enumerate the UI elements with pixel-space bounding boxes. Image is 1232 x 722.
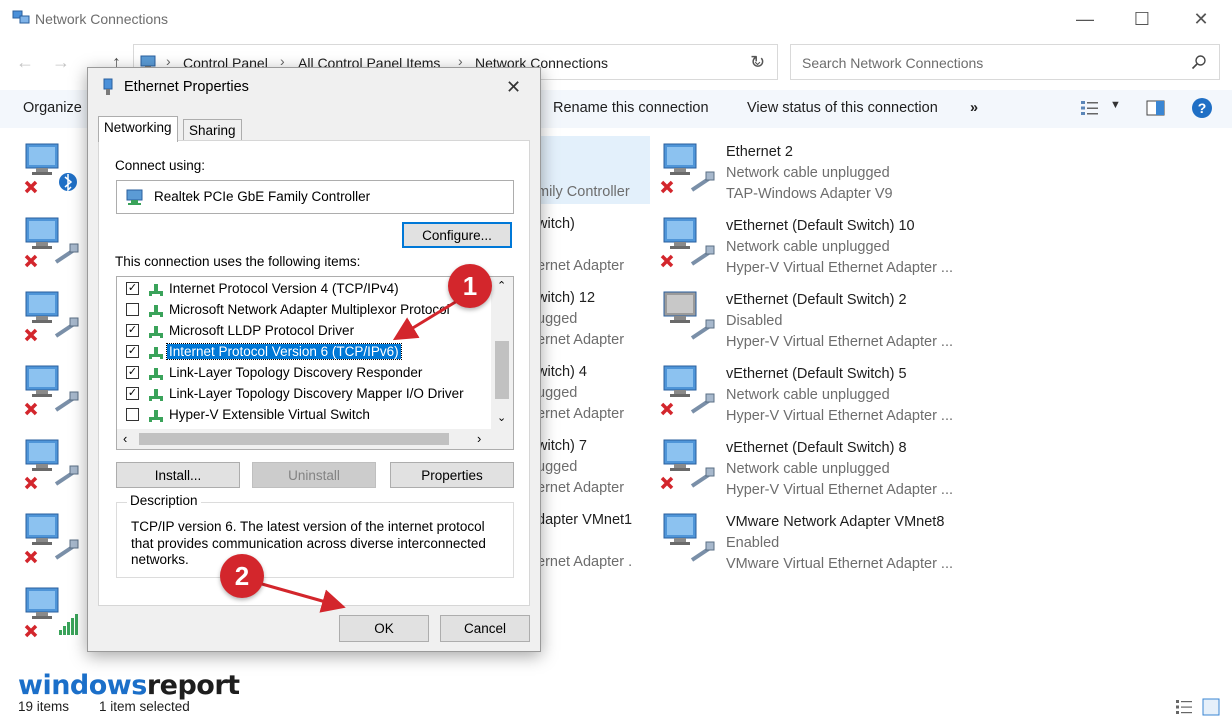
arrow-to-ipv6 <box>392 296 463 341</box>
annotation-arrows <box>261 296 463 613</box>
arrow-to-ok <box>261 582 346 613</box>
tab-networking[interactable]: Networking <box>98 116 178 142</box>
step-1-badge: 1 <box>448 264 492 308</box>
step-2-badge: 2 <box>220 554 264 598</box>
